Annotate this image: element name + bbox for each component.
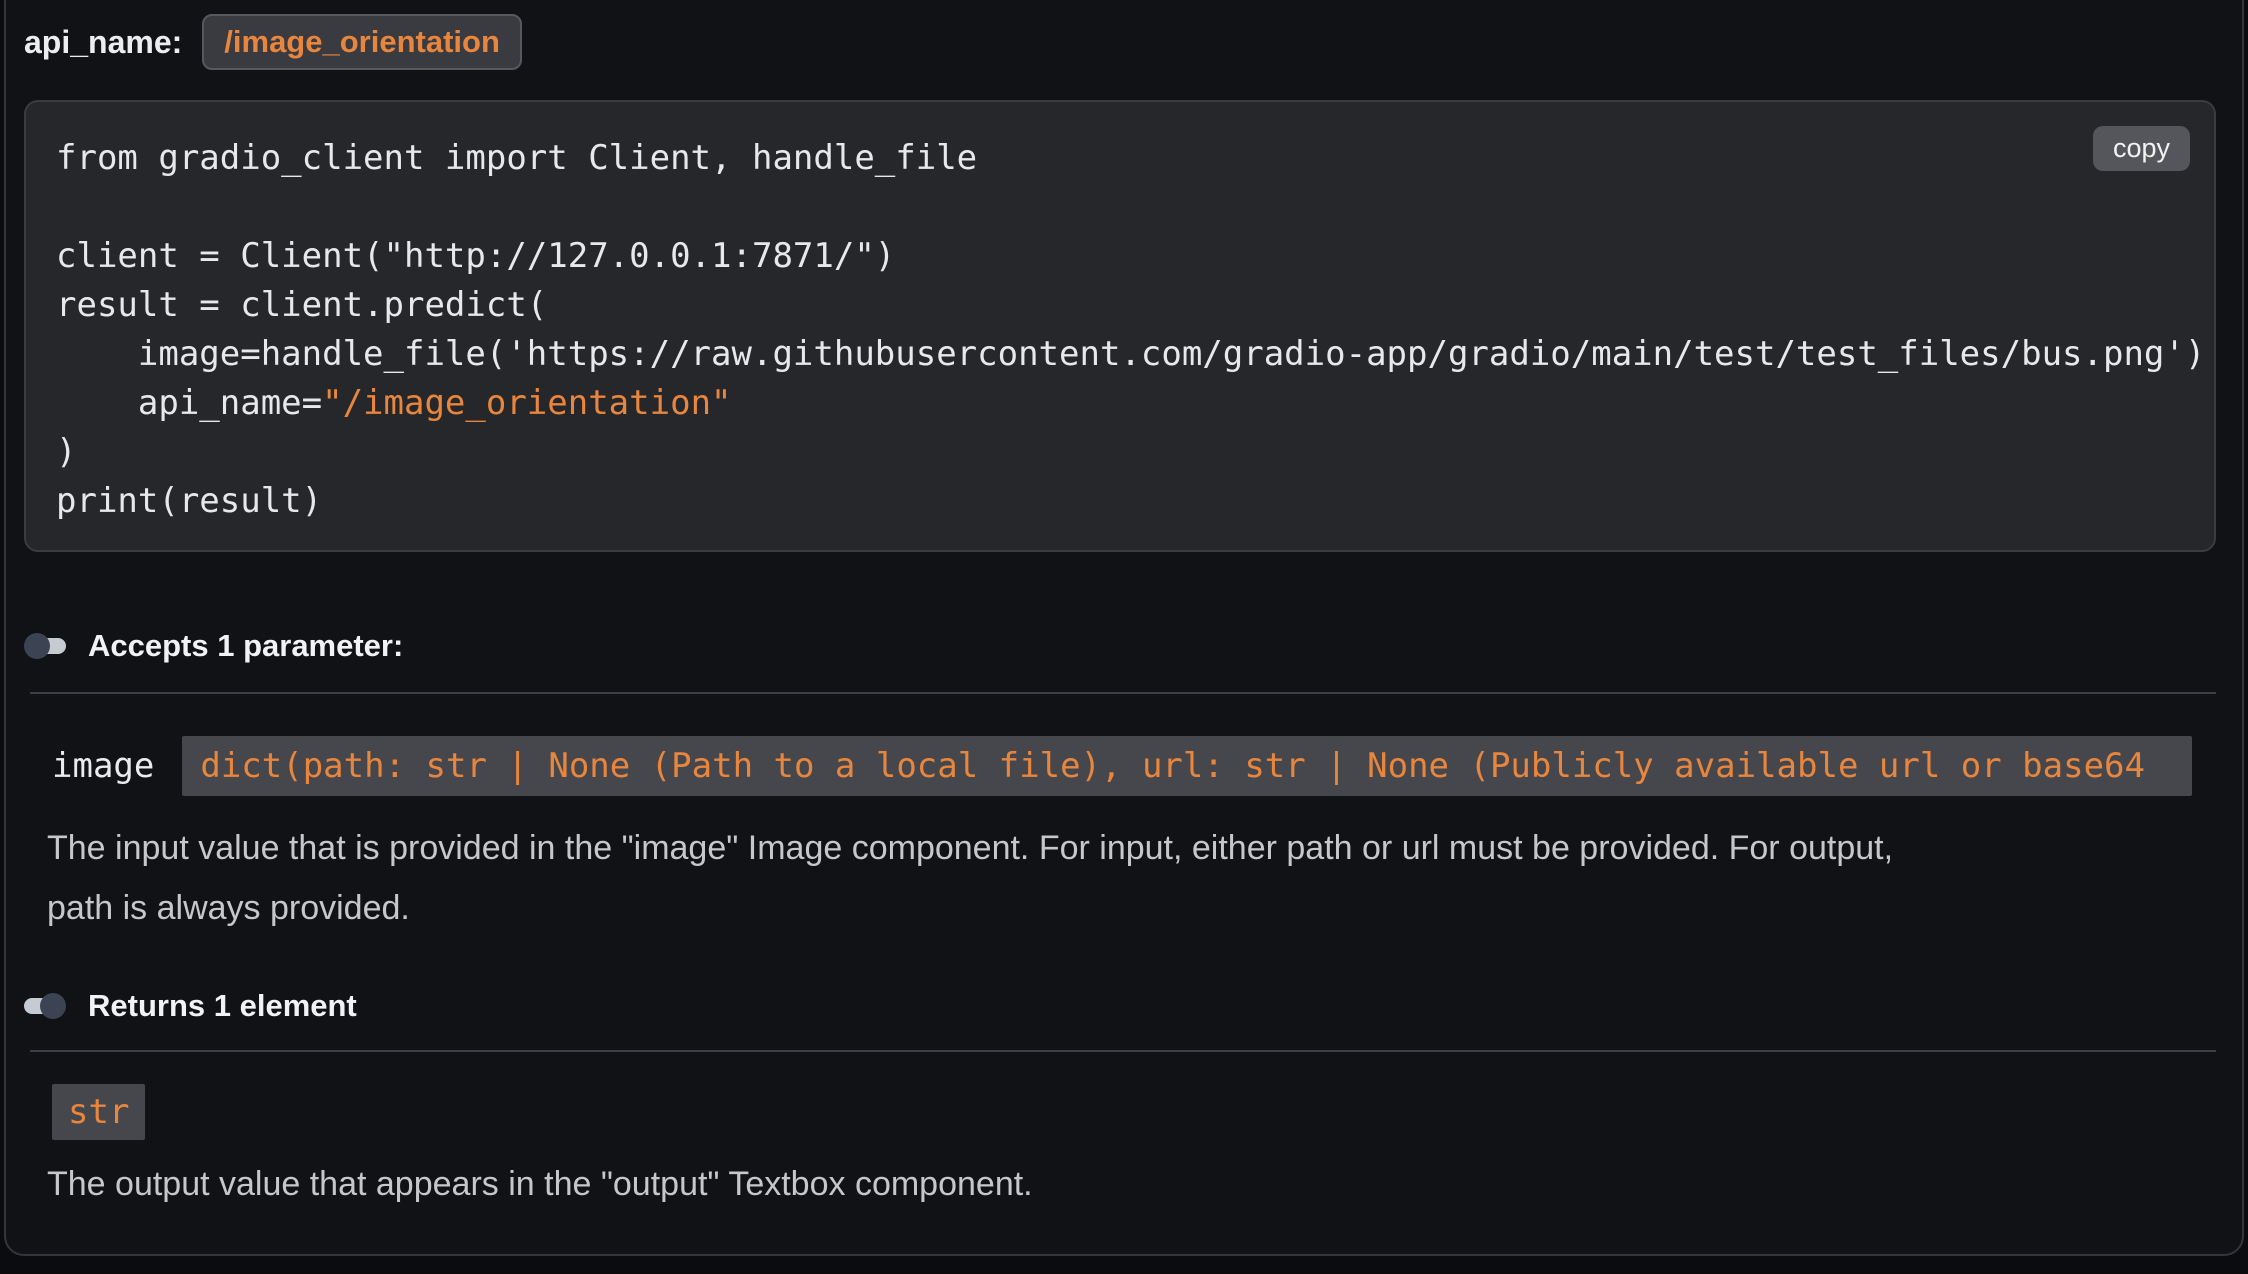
- code-line: result = client.predict(: [56, 281, 2214, 330]
- code-line: client = Client("http://127.0.0.1:7871/"…: [56, 232, 2214, 281]
- returns-heading: Returns 1 element: [88, 988, 357, 1024]
- code-api-name-prefix: api_name=: [56, 383, 322, 423]
- code-snippet: from gradio_client import Client, handle…: [56, 134, 2214, 526]
- return-description: The output value that appears in the "ou…: [47, 1154, 2216, 1214]
- parameter-description: The input value that is provided in the …: [47, 818, 2216, 938]
- endpoint-panel: api_name: /image_orientation copy from g…: [4, 0, 2244, 1256]
- code-line: ): [56, 428, 2214, 477]
- section-divider: [30, 692, 2216, 694]
- parameter-row: image dict(path: str | None (Path to a l…: [52, 736, 2216, 796]
- code-line: api_name="/image_orientation": [56, 379, 2214, 428]
- api-docs-screen: api_name: /image_orientation copy from g…: [0, 0, 2248, 1274]
- api-name-label: api_name:: [24, 24, 182, 61]
- code-line: print(result): [56, 477, 2214, 526]
- accepts-section-header: Accepts 1 parameter:: [24, 628, 2216, 664]
- endpoint-header: api_name: /image_orientation: [24, 14, 2216, 70]
- return-toggle-icon: [24, 993, 66, 1019]
- parameter-description-line: The input value that is provided in the …: [47, 818, 2216, 878]
- code-api-name-value: "/image_orientation": [322, 383, 731, 423]
- return-type-badge: str: [52, 1084, 145, 1140]
- code-snippet-block: copy from gradio_client import Client, h…: [24, 100, 2216, 552]
- copy-button[interactable]: copy: [2093, 126, 2190, 171]
- parameter-type-badge: dict(path: str | None (Path to a local f…: [182, 736, 2192, 796]
- section-divider: [30, 1050, 2216, 1052]
- endpoint-name-badge: /image_orientation: [202, 14, 522, 70]
- code-line: from gradio_client import Client, handle…: [56, 134, 2214, 183]
- parameter-name: image: [52, 746, 154, 786]
- accepts-heading: Accepts 1 parameter:: [88, 628, 403, 664]
- returns-section-header: Returns 1 element: [24, 988, 2216, 1024]
- parameter-description-line: path is always provided.: [47, 878, 2216, 938]
- code-line: [56, 183, 2214, 232]
- parameter-toggle-icon: [24, 633, 66, 659]
- code-line: image=handle_file('https://raw.githubuse…: [56, 330, 2214, 379]
